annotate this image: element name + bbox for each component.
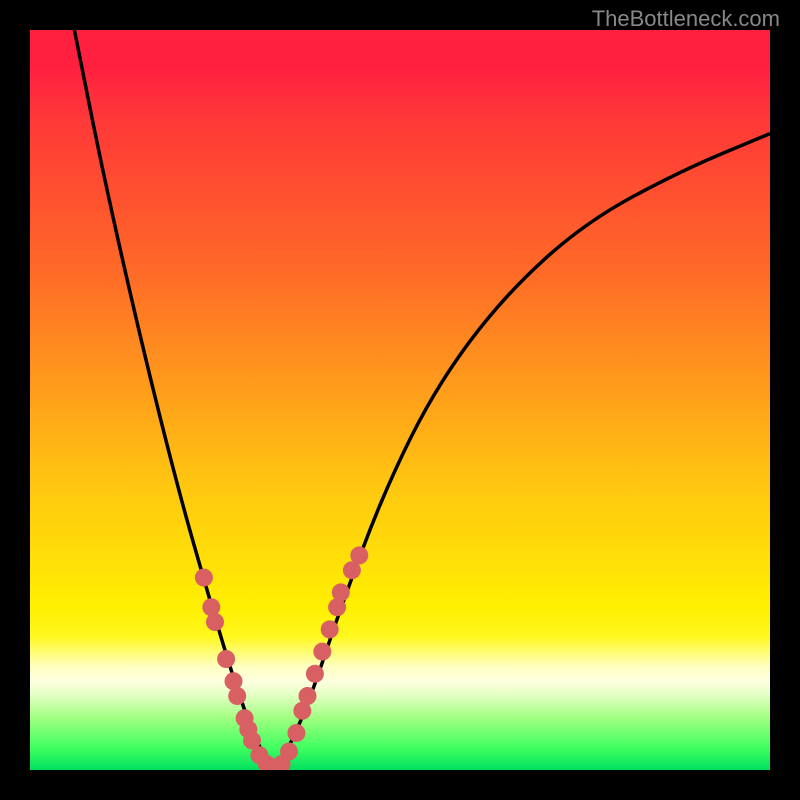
data-marker (217, 650, 235, 668)
bottleneck-chart (30, 30, 770, 770)
data-marker (228, 687, 246, 705)
data-marker (206, 613, 224, 631)
data-marker (299, 687, 317, 705)
watermark-text: TheBottleneck.com (592, 6, 780, 32)
data-marker (287, 724, 305, 742)
bottleneck-curve-line (74, 30, 770, 764)
data-marker (332, 583, 350, 601)
data-marker (195, 569, 213, 587)
data-markers (195, 546, 368, 770)
data-marker (321, 620, 339, 638)
data-marker (280, 743, 298, 761)
data-marker (313, 643, 331, 661)
data-marker (306, 665, 324, 683)
data-marker (350, 546, 368, 564)
